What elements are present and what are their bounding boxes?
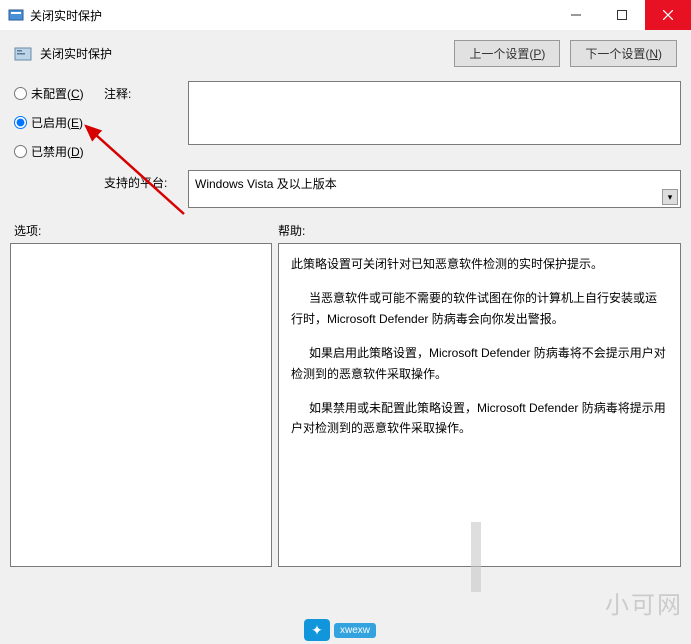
supported-platform-field: Windows Vista 及以上版本 ▾: [188, 170, 681, 208]
watermark-text: 小可网: [605, 585, 683, 620]
chevron-down-icon[interactable]: ▾: [662, 189, 678, 205]
comment-textarea[interactable]: [188, 81, 681, 145]
policy-icon: [14, 45, 32, 63]
platform-value: Windows Vista 及以上版本: [195, 175, 337, 192]
help-paragraph: 当恶意软件或可能不需要的软件试图在你的计算机上自行安装或运行时，Microsof…: [291, 288, 668, 329]
app-icon: [8, 7, 24, 23]
footer-badge: ✦ xwexw: [304, 616, 376, 644]
help-paragraph: 此策略设置可关闭针对已知恶意软件检测的实时保护提示。: [291, 254, 668, 274]
next-setting-button[interactable]: 下一个设置(N): [570, 40, 677, 67]
options-panel[interactable]: [10, 243, 272, 567]
state-radio-group: 未配置(C) 已启用(E) 已禁用(D): [14, 81, 90, 160]
badge-text: xwexw: [334, 623, 376, 638]
previous-setting-button[interactable]: 上一个设置(P): [454, 40, 560, 67]
window-controls: [553, 0, 691, 30]
help-panel[interactable]: 此策略设置可关闭针对已知恶意软件检测的实时保护提示。 当恶意软件或可能不需要的软…: [278, 243, 681, 567]
radio-not-configured[interactable]: 未配置(C): [14, 85, 90, 102]
badge-icon: ✦: [304, 619, 330, 641]
policy-title: 关闭实时保护: [40, 45, 454, 62]
help-paragraph: 如果启用此策略设置，Microsoft Defender 防病毒将不会提示用户对…: [291, 343, 668, 384]
radio-enabled[interactable]: 已启用(E): [14, 114, 90, 131]
close-button[interactable]: [645, 0, 691, 30]
window-title: 关闭实时保护: [30, 7, 553, 24]
platform-label: 支持的平台:: [104, 170, 174, 191]
sub-header: 关闭实时保护 上一个设置(P) 下一个设置(N): [0, 30, 691, 77]
comment-label: 注释:: [104, 81, 174, 160]
help-label: 帮助:: [278, 222, 681, 239]
maximize-button[interactable]: [599, 0, 645, 30]
radio-disabled[interactable]: 已禁用(D): [14, 143, 90, 160]
help-paragraph: 如果禁用或未配置此策略设置，Microsoft Defender 防病毒将提示用…: [291, 398, 668, 439]
title-bar: 关闭实时保护: [0, 0, 691, 30]
decorative-bar: [471, 522, 481, 592]
options-label: 选项:: [10, 222, 278, 239]
minimize-button[interactable]: [553, 0, 599, 30]
